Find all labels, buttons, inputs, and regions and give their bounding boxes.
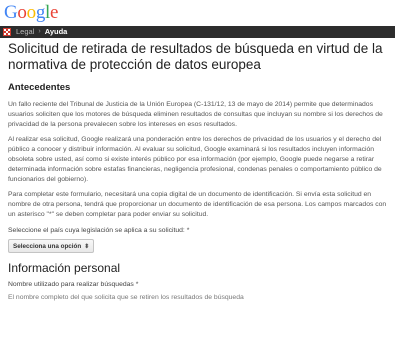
paragraph-instructions: Para completar este formulario, necesita… — [8, 191, 387, 218]
search-name-help: El nombre completo del que solicita que … — [8, 294, 244, 302]
logo-letter-e: e — [50, 2, 59, 23]
main-content: Solicitud de retirada de resultados de b… — [0, 41, 395, 302]
logo-letter-g2: g — [35, 2, 46, 23]
page-title: Solicitud de retirada de resultados de b… — [8, 41, 383, 72]
paragraph-ruling: Un fallo reciente del Tribunal de Justic… — [8, 101, 383, 128]
country-select-label: Seleccione el país cuya legislación se a… — [8, 226, 190, 234]
chevron-updown-icon: ⬍ — [84, 243, 90, 250]
country-select[interactable]: Selecciona una opción ⬍ — [8, 239, 95, 254]
logo-letter-g: G — [4, 2, 18, 23]
section-heading-antecedentes: Antecedentes — [8, 82, 71, 93]
chevron-right-icon: › — [38, 28, 41, 35]
country-select-value: Selecciona una opción — [13, 242, 82, 250]
logo-letter-o2: o — [26, 2, 37, 23]
logo-letter-o1: o — [17, 2, 27, 23]
paragraph-evaluation: Al realizar esa solicitud, Google realiz… — [8, 136, 382, 183]
personal-info-heading: Información personal — [8, 261, 121, 276]
google-logo[interactable]: Google — [4, 2, 58, 24]
breadcrumb-legal[interactable]: Legal — [16, 26, 34, 38]
breadcrumb-ayuda[interactable]: Ayuda — [45, 26, 68, 38]
header: Google — [0, 0, 395, 26]
google-apps-icon[interactable] — [3, 28, 11, 36]
breadcrumb-bar: Legal › Ayuda — [0, 26, 395, 38]
search-name-label: Nombre utilizado para realizar búsquedas… — [8, 281, 139, 289]
